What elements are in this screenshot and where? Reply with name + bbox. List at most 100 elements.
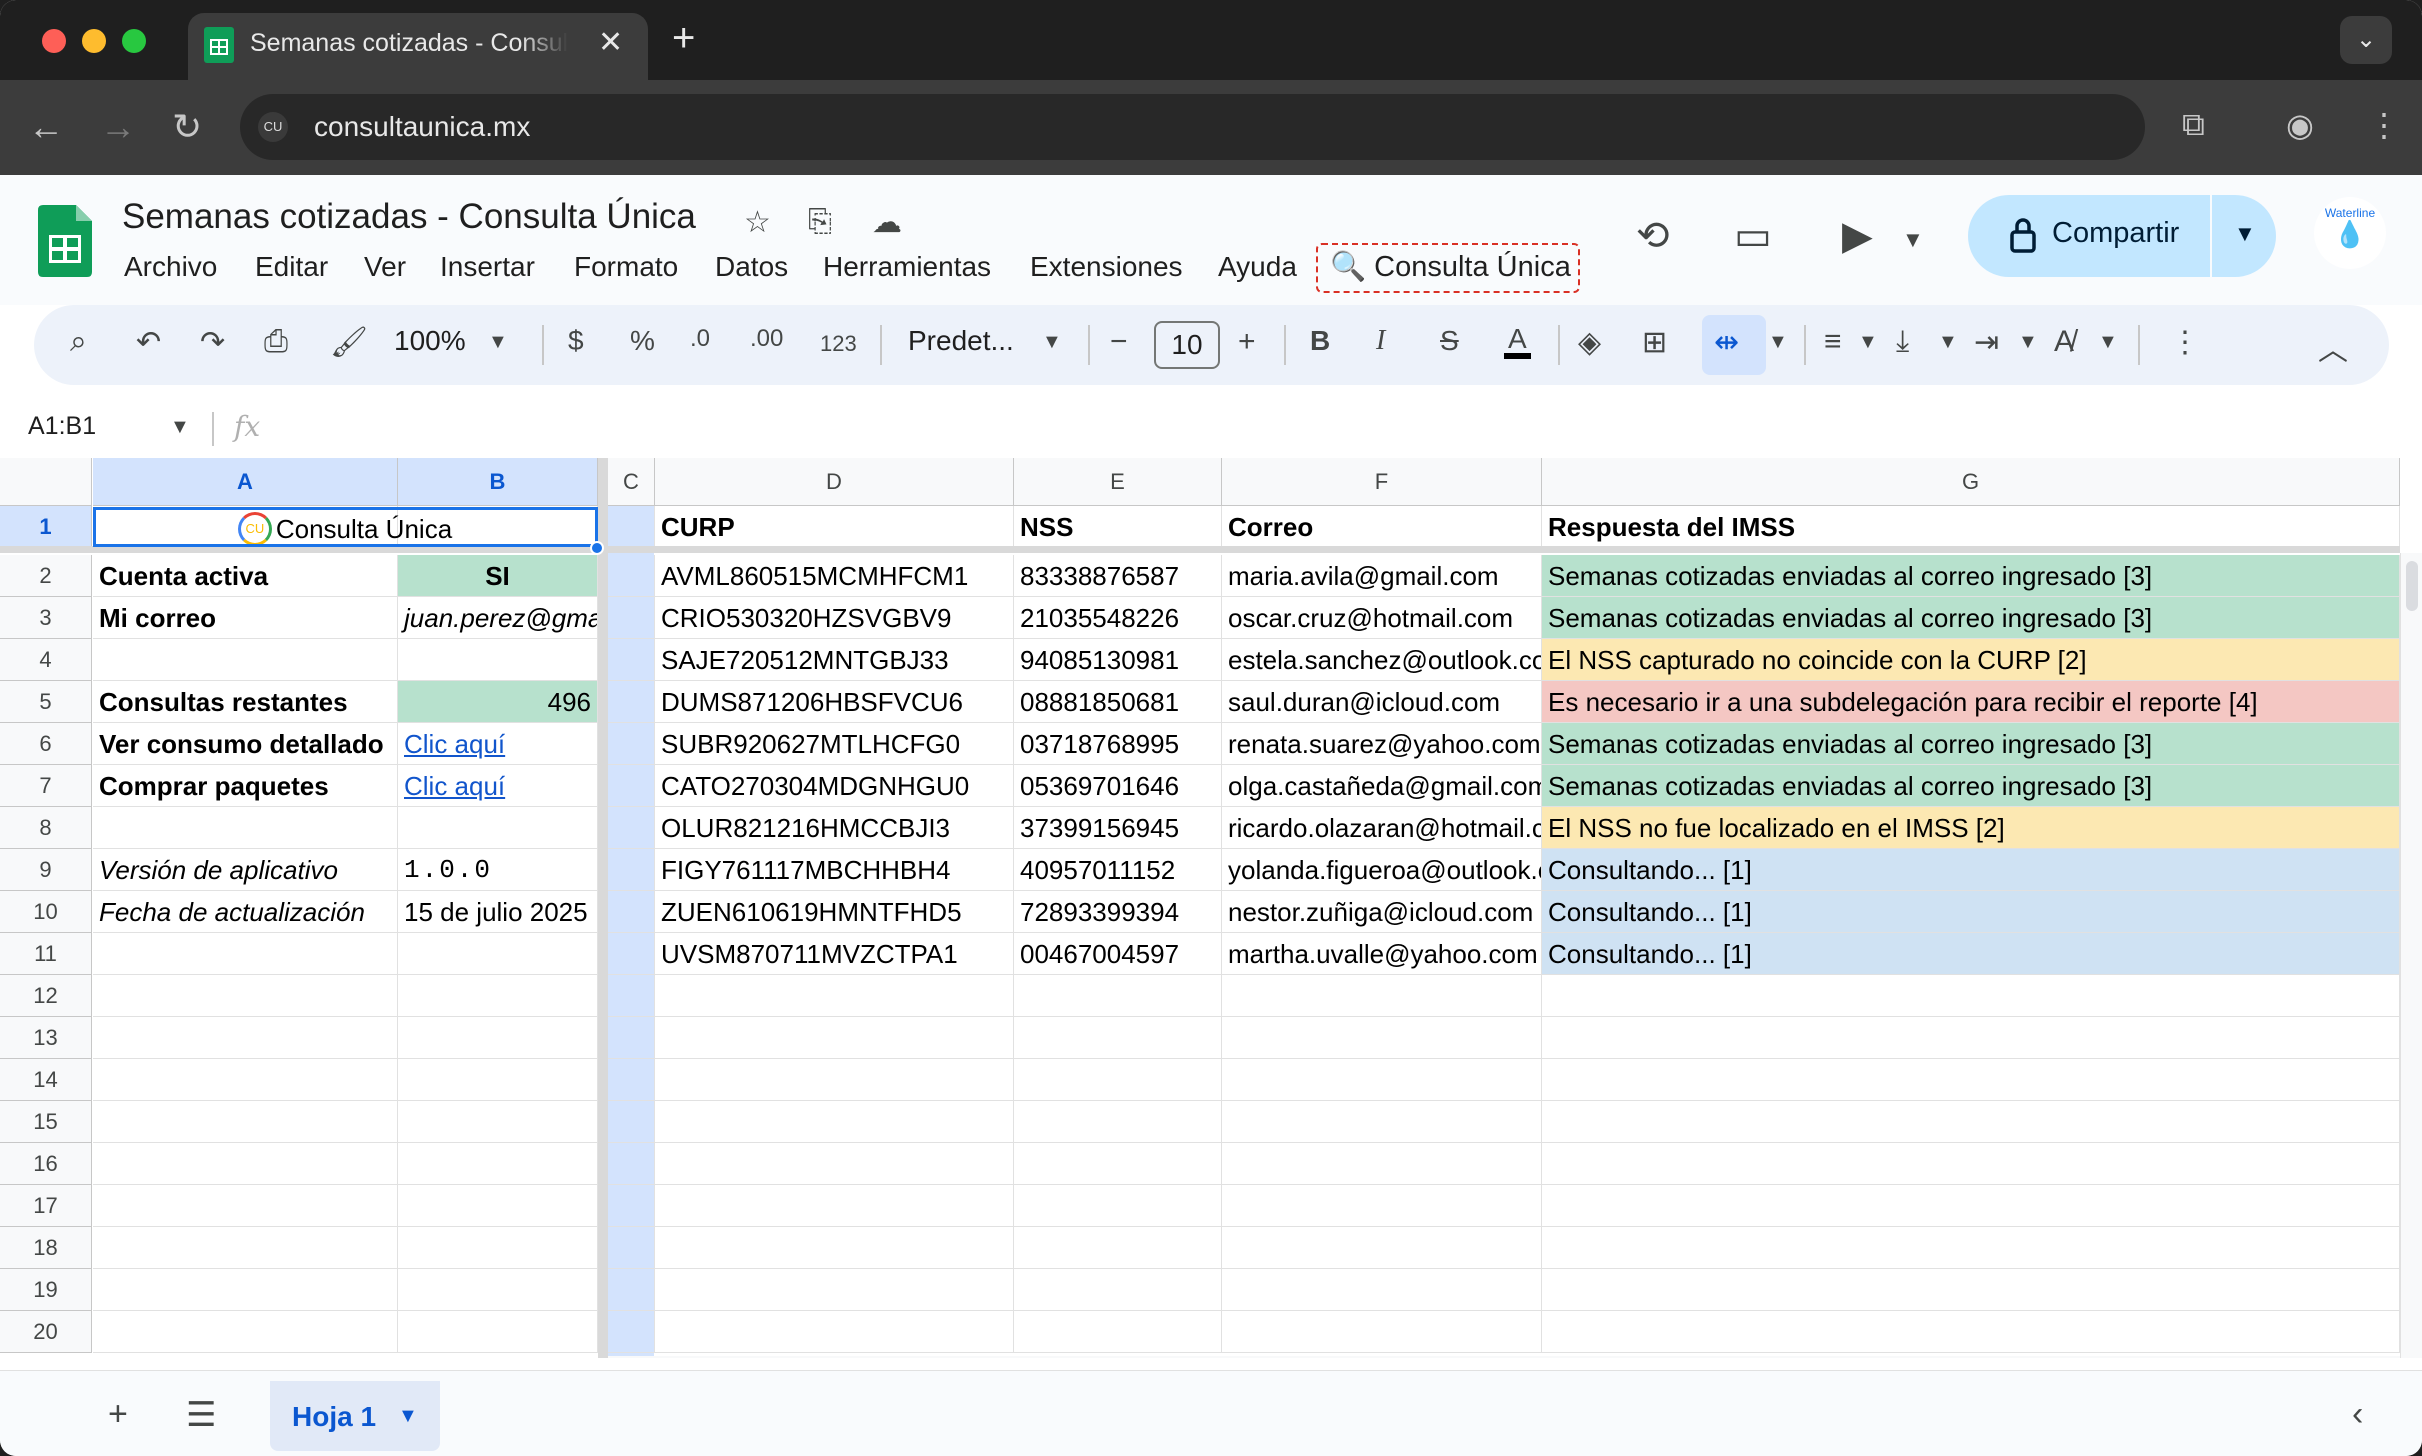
row-header-20[interactable]: 20 [0,1311,92,1353]
add-sheet-icon[interactable]: + [108,1395,128,1434]
respuesta-imss-cell[interactable]: Semanas cotizadas enviadas al correo ing… [1542,765,2400,807]
column-header-b[interactable]: B [398,458,598,506]
horizontal-scrollbar[interactable] [608,1356,2400,1358]
nss-cell[interactable]: 94085130981 [1014,639,1222,681]
url-text[interactable]: consultaunica.mx [314,111,530,143]
menu-ayuda[interactable]: Ayuda [1218,251,1297,283]
nss-cell[interactable]: 72893399394 [1014,891,1222,933]
tab-search-button[interactable]: ⌄ [2340,16,2392,64]
font-family-select[interactable]: Predet... [908,325,1014,357]
grid-cell[interactable] [1222,1185,1542,1227]
spreadsheet-grid[interactable]: A B C D E F G 1 2 3 4 5 6 7 8 9 10 11 12 13 14 15 16 17 18 19 20 CU… [0,458,2422,1358]
row-header-16[interactable]: 16 [0,1143,92,1185]
row-header-2[interactable]: 2 [0,555,92,597]
menu-archivo[interactable]: Archivo [124,251,217,283]
grid-cell[interactable] [93,1017,398,1059]
grid-cell[interactable] [93,1227,398,1269]
grid-cell[interactable] [1542,1311,2400,1353]
meet-icon[interactable]: ▶ [1842,213,1873,259]
menu-insertar[interactable]: Insertar [440,251,535,283]
grid-cell[interactable] [1222,1059,1542,1101]
value-cell[interactable]: 15 de julio 2025 [398,891,598,933]
respuesta-imss-cell[interactable]: Consultando... [1] [1542,891,2400,933]
profile-icon[interactable]: ◉ [2286,106,2314,144]
curp-cell[interactable]: CATO270304MDGNHGU0 [655,765,1014,807]
new-tab-button[interactable]: + [672,16,695,61]
correo-cell[interactable]: martha.uvalle@yahoo.com [1222,933,1542,975]
grid-cell[interactable] [608,1017,655,1059]
close-window-button[interactable] [42,29,66,53]
correo-cell[interactable]: renata.suarez@yahoo.com [1222,723,1542,765]
curp-cell[interactable]: AVML860515MCMHFCM1 [655,555,1014,597]
correo-cell[interactable]: maria.avila@gmail.com [1222,555,1542,597]
frozen-rows-divider[interactable] [0,546,2400,553]
grid-cell[interactable] [608,639,655,681]
grid-cell[interactable] [398,807,598,849]
currency-format-button[interactable]: $ [568,325,584,357]
document-title[interactable]: Semanas cotizadas - Consulta Única [122,197,696,237]
back-icon[interactable]: ← [28,106,64,148]
grid-cell[interactable] [655,1017,1014,1059]
share-button[interactable]: Compartir ▼ [1968,195,2276,277]
value-cell[interactable]: 1.0.0 [398,849,598,891]
row-header-8[interactable]: 8 [0,807,92,849]
curp-cell[interactable]: ZUEN610619HMNTFHD5 [655,891,1014,933]
respuesta-imss-cell[interactable]: El NSS no fue localizado en el IMSS [2] [1542,807,2400,849]
maximize-window-button[interactable] [122,29,146,53]
menu-datos[interactable]: Datos [715,251,788,283]
grid-cell[interactable] [1014,975,1222,1017]
text-color-button[interactable]: A [1504,325,1531,359]
forward-icon[interactable]: → [100,106,136,148]
grid-cell[interactable] [1542,1269,2400,1311]
grid-cell[interactable] [608,723,655,765]
strikethrough-button[interactable]: S [1440,325,1459,357]
vertical-scroll-thumb[interactable] [2406,561,2418,611]
grid-cell[interactable] [93,1269,398,1311]
curp-cell[interactable]: FIGY761117MBCHHBH4 [655,849,1014,891]
grid-cell[interactable] [608,933,655,975]
grid-cell[interactable] [1014,1311,1222,1353]
consulta-unica-addon-menu[interactable]: 🔍 Consulta Única [1316,243,1580,293]
grid-cell[interactable] [1222,1101,1542,1143]
row-header-3[interactable]: 3 [0,597,92,639]
grid-cell[interactable] [93,639,398,681]
grid-cell[interactable] [608,1143,655,1185]
grid-cell[interactable] [1542,975,2400,1017]
bold-button[interactable]: B [1310,325,1330,357]
close-tab-icon[interactable]: ✕ [598,25,623,60]
paint-format-icon[interactable]: 🖌 [330,325,368,360]
halign-dropdown-icon[interactable]: ▼ [1858,331,1878,354]
redo-icon[interactable]: ↷ [200,325,225,360]
grid-cell[interactable] [1222,1227,1542,1269]
curp-cell[interactable]: SAJE720512MNTGBJ33 [655,639,1014,681]
name-box-dropdown-icon[interactable]: ▼ [170,416,190,439]
correo-cell[interactable]: yolanda.figueroa@outlook.com [1222,849,1542,891]
row-header-14[interactable]: 14 [0,1059,92,1101]
frozen-columns-divider[interactable] [598,458,608,1358]
grid-cell[interactable] [93,1311,398,1353]
grid-cell[interactable] [398,1185,598,1227]
font-size-input[interactable]: 10 [1154,321,1220,369]
respuesta-imss-cell[interactable]: Consultando... [1] [1542,933,2400,975]
grid-cell[interactable] [608,555,655,597]
menu-ver[interactable]: Ver [364,251,406,283]
curp-cell[interactable]: OLUR821216HMCCBJI3 [655,807,1014,849]
move-folder-icon[interactable]: ⎘ [808,205,832,239]
explore-collapse-icon[interactable]: ‹ [2352,1395,2363,1434]
row-header-12[interactable]: 12 [0,975,92,1017]
grid-cell[interactable] [398,1227,598,1269]
row-header-19[interactable]: 19 [0,1269,92,1311]
grid-cell[interactable] [655,1101,1014,1143]
grid-cell[interactable] [1222,975,1542,1017]
grid-cell[interactable] [608,891,655,933]
column-header-d[interactable]: D [655,458,1014,506]
fill-color-icon[interactable]: ◈ [1578,325,1601,360]
row-header-1[interactable]: 1 [0,506,92,548]
grid-cell[interactable] [1222,1017,1542,1059]
grid-cell[interactable] [608,765,655,807]
minimize-window-button[interactable] [82,29,106,53]
grid-cell[interactable] [93,1143,398,1185]
grid-cell[interactable] [608,807,655,849]
nss-cell[interactable]: 03718768995 [1014,723,1222,765]
respuesta-imss-cell[interactable]: Semanas cotizadas enviadas al correo ing… [1542,597,2400,639]
